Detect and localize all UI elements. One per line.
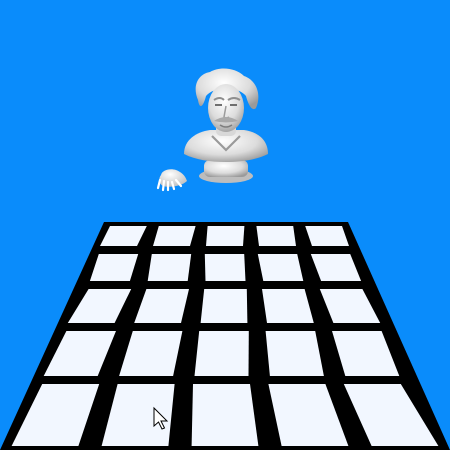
- board-tile-r3-c3[interactable]: [200, 289, 248, 323]
- bust-pedestal: [204, 160, 248, 177]
- board-tile-r2-c3[interactable]: [204, 254, 246, 281]
- board-tile-r1-c4[interactable]: [256, 226, 296, 246]
- game-viewport[interactable]: [0, 0, 450, 450]
- board-tile-r4-c3[interactable]: [194, 331, 249, 376]
- board-tile-r1-c2[interactable]: [153, 226, 196, 246]
- board-tile-r1-c3[interactable]: [206, 226, 245, 246]
- board-tile-r2-c4[interactable]: [257, 254, 304, 281]
- board-tile-r5-c3[interactable]: [191, 384, 259, 446]
- board-tile-r1-c5[interactable]: [305, 226, 349, 246]
- board-tile-r4-c4[interactable]: [265, 331, 324, 376]
- board-tile-r2-c2[interactable]: [147, 254, 192, 281]
